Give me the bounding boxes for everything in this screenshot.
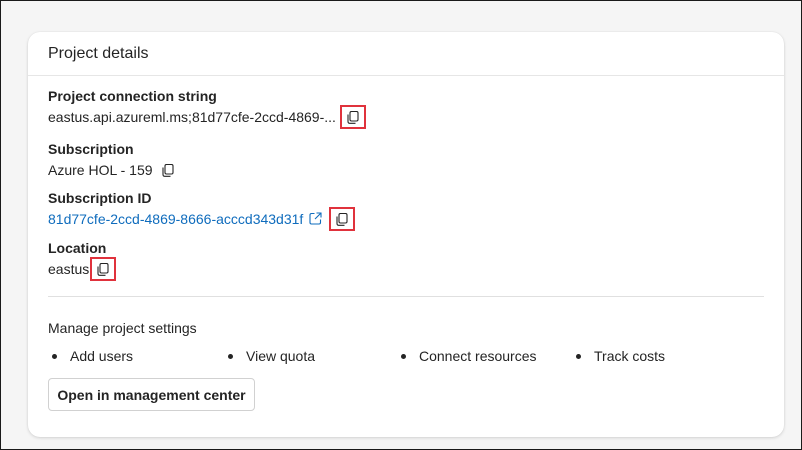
open-management-center-button[interactable]: Open in management center	[48, 378, 255, 411]
project-details-card: Project details Project connection strin…	[28, 32, 784, 437]
bullet-icon	[401, 353, 406, 359]
connection-string-value: eastus.api.azureml.ms;81d77cfe-2ccd-4869…	[48, 109, 336, 125]
subscription-label: Subscription	[48, 141, 134, 157]
list-item-add-users: Add users	[52, 348, 133, 364]
copy-subscription-id-button[interactable]	[329, 207, 356, 231]
location-value: eastus	[48, 261, 90, 277]
bullet-icon	[52, 353, 57, 359]
manage-settings-title: Manage project settings	[48, 320, 197, 336]
copy-icon	[347, 110, 359, 124]
list-item-connect-resources: Connect resources	[401, 348, 537, 364]
subscription-id-label: Subscription ID	[48, 190, 152, 206]
connection-string-label: Project connection string	[48, 88, 217, 104]
screenshot-frame: Project details Project connection strin…	[0, 0, 802, 450]
subscription-id-section: Subscription ID 81d77cfe-2ccd-4869-8666-…	[48, 190, 356, 231]
card-header: Project details	[28, 32, 784, 76]
subscription-id-link[interactable]: 81d77cfe-2ccd-4869-8666-acccd343d31f	[48, 211, 303, 227]
copy-icon	[336, 212, 348, 226]
bullet-icon	[576, 353, 581, 359]
list-item-track-costs: Track costs	[576, 348, 665, 364]
copy-location-button[interactable]	[90, 257, 117, 281]
location-label: Location	[48, 240, 107, 256]
subscription-section: Subscription Azure HOL - 159	[48, 141, 176, 180]
copy-icon	[97, 262, 109, 276]
open-external-icon[interactable]	[309, 212, 323, 226]
connection-string-section: Project connection string eastus.api.azu…	[48, 88, 366, 129]
section-divider	[48, 296, 764, 297]
subscription-value: Azure HOL - 159	[48, 162, 153, 178]
bullet-icon	[228, 353, 233, 359]
copy-connection-string-button[interactable]	[339, 105, 366, 129]
location-section: Location eastus	[48, 240, 117, 281]
copy-icon	[161, 163, 174, 177]
list-item-view-quota: View quota	[228, 348, 315, 364]
copy-subscription-button[interactable]	[160, 162, 176, 178]
card-title: Project details	[48, 45, 149, 62]
manage-settings-list: Add users View quota Connect resources T…	[48, 348, 748, 368]
